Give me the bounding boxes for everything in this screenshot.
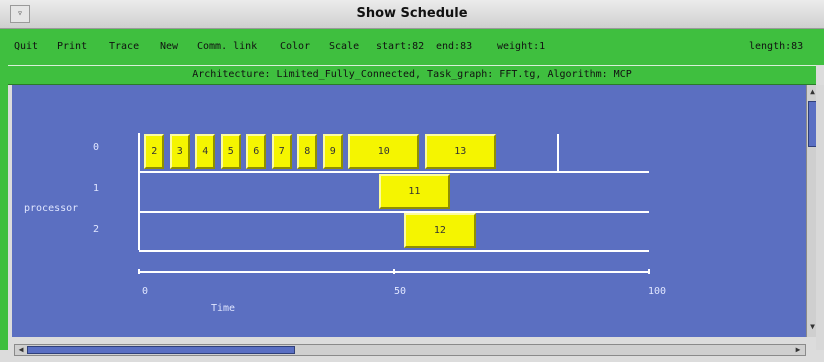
scale-button[interactable]: Scale	[329, 41, 359, 52]
quit-button[interactable]: Quit	[14, 41, 38, 52]
task-3[interactable]: 3	[169, 134, 190, 169]
task-2[interactable]: 2	[144, 134, 165, 169]
task-4[interactable]: 4	[195, 134, 216, 169]
length-value: length:83	[749, 41, 804, 52]
architecture-info: Architecture: Limited_Fully_Connected, T…	[192, 69, 632, 80]
y-axis-label: processor	[24, 203, 79, 214]
task-10[interactable]: 10	[348, 134, 420, 169]
comm-link-button[interactable]: Comm. link	[197, 41, 257, 52]
processor-2-label: 2	[93, 224, 100, 235]
x-axis-label: Time	[211, 303, 236, 314]
trace-button[interactable]: Trace	[109, 41, 139, 52]
task-9[interactable]: 9	[322, 134, 343, 169]
tick-label-0: 0	[142, 286, 149, 297]
right-border	[816, 85, 824, 350]
start-value: start:82	[376, 41, 425, 52]
task-12[interactable]: 12	[404, 213, 476, 248]
print-button[interactable]: Print	[57, 41, 87, 52]
task-13[interactable]: 13	[424, 134, 496, 169]
processor-1-label: 1	[93, 183, 100, 194]
schedule-canvas[interactable]: 0 1 2 processor 0 50 100 Time 2 3 4 5 6 7 8 9 10…	[12, 85, 806, 337]
processor-axis-spine	[138, 133, 140, 250]
task-8[interactable]: 8	[297, 134, 318, 169]
menu-bar: Quit Print Trace New Comm. link Color Sc…	[0, 29, 824, 65]
scroll-left-icon[interactable]: ◀	[16, 345, 26, 355]
window-title: Show Schedule	[356, 6, 468, 21]
task-5[interactable]: 5	[220, 134, 241, 169]
title-bar: ▿ Show Schedule	[0, 0, 824, 29]
tick-label-100: 100	[648, 286, 667, 297]
weight-value: weight:1	[497, 41, 546, 52]
left-border	[0, 65, 8, 350]
end-value: end:83	[436, 41, 473, 52]
time-axis-tick-50	[393, 269, 395, 274]
horizontal-scroll-thumb[interactable]	[27, 346, 295, 354]
task-7[interactable]: 7	[271, 134, 292, 169]
new-button[interactable]: New	[160, 41, 178, 52]
scroll-right-icon[interactable]: ▶	[793, 345, 803, 355]
task-11[interactable]: 11	[378, 174, 451, 209]
tick-label-50: 50	[394, 286, 407, 297]
processor-0-label: 0	[93, 142, 100, 153]
time-axis-tick-0	[138, 269, 140, 274]
horizontal-scrollbar[interactable]: ◀ ▶	[14, 344, 806, 356]
info-bar: Architecture: Limited_Fully_Connected, T…	[8, 65, 816, 85]
current-time-marker	[557, 134, 560, 171]
time-axis-tick-100	[648, 269, 650, 274]
processor-2-baseline	[139, 250, 649, 252]
processor-0-baseline	[139, 171, 649, 173]
task-6[interactable]: 6	[246, 134, 267, 169]
processor-1-baseline	[139, 211, 649, 213]
color-button[interactable]: Color	[280, 41, 310, 52]
